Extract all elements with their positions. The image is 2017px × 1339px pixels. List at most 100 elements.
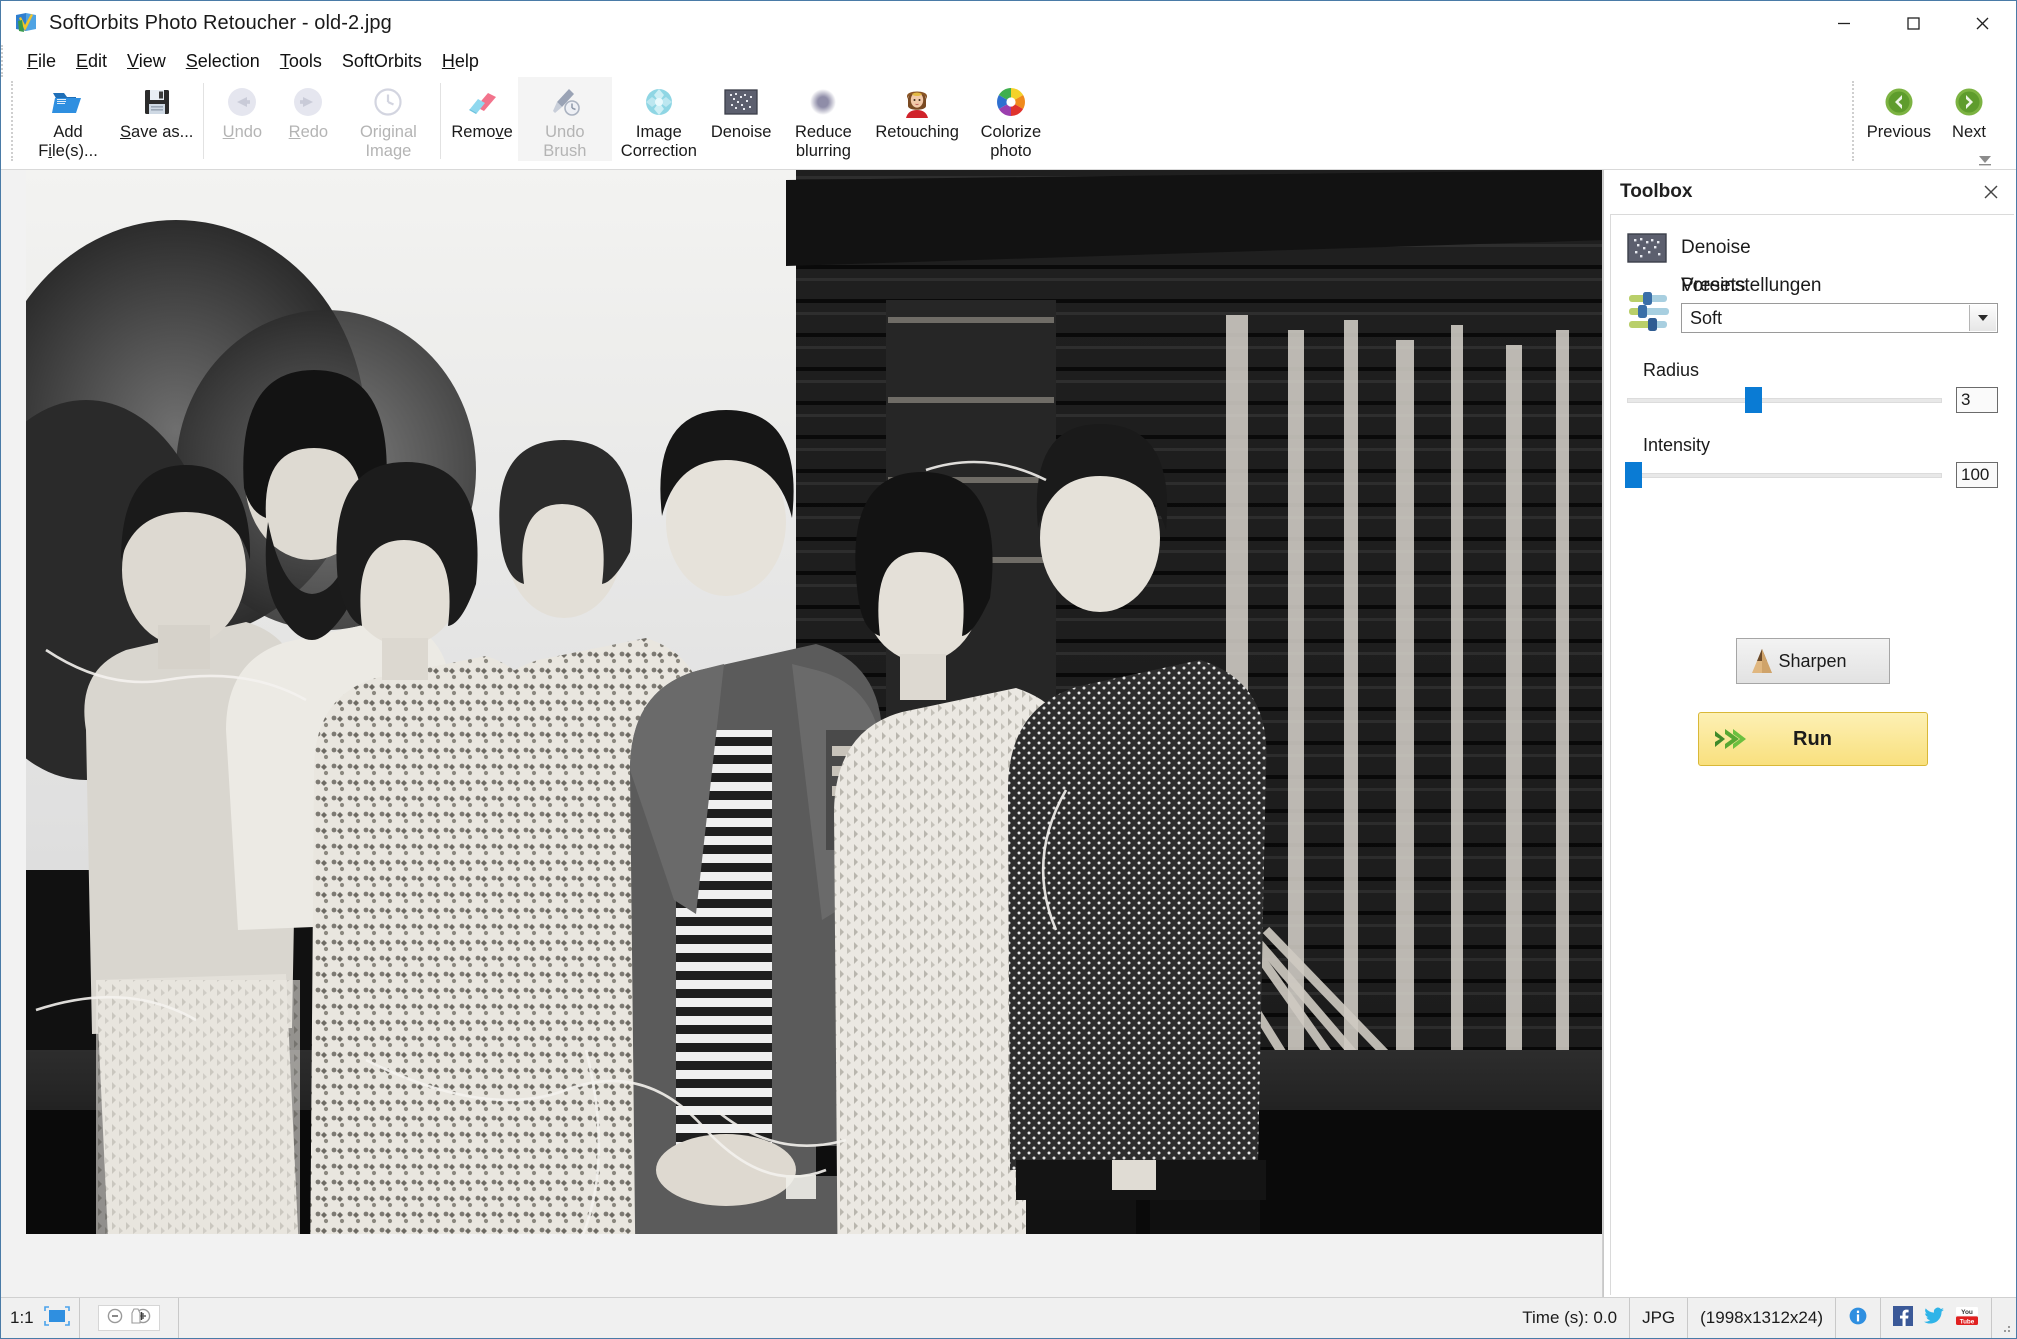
softorbits-logo-icon: [15, 12, 37, 34]
brush-clock-icon: [546, 83, 584, 121]
chevron-down-icon[interactable]: [1969, 305, 1996, 331]
zoom-out-icon[interactable]: [107, 1308, 123, 1329]
image-correction-button[interactable]: Image Correction: [612, 77, 706, 161]
vintage-group-photo: [26, 170, 1602, 1234]
youtube-icon[interactable]: You Tube: [1955, 1306, 1979, 1331]
pencil-tip-icon: [1749, 647, 1775, 680]
redo-button[interactable]: Redo: [275, 77, 341, 142]
ribbon-nav-group: Previous Next: [1848, 77, 2002, 169]
green-left-arrow-icon: [1880, 83, 1918, 121]
info-icon[interactable]: [1848, 1306, 1868, 1331]
reduce-blurring-button[interactable]: Reduce blurring: [776, 77, 870, 161]
ribbon-separator: [440, 83, 442, 159]
denoise-button[interactable]: Denoise: [706, 77, 777, 142]
toolbox-tool-name: Denoise: [1681, 237, 1751, 258]
close-button[interactable]: [1947, 1, 2016, 45]
ribbon-expand-icon[interactable]: [1978, 153, 1992, 166]
svg-text:Tube: Tube: [1960, 1318, 1975, 1325]
close-icon[interactable]: [1978, 179, 2004, 205]
facebook-icon[interactable]: [1893, 1305, 1913, 1331]
color-wheel-icon: [992, 83, 1030, 121]
twitter-icon[interactable]: [1923, 1306, 1945, 1331]
green-right-arrow-icon: [1950, 83, 1988, 121]
denoise-thumbnail-icon: [1627, 233, 1681, 263]
toolbox-content: Denoise Voreinstellungen Presets Soft Ra…: [1610, 214, 2014, 1295]
intensity-slider-thumb[interactable]: [1625, 462, 1643, 488]
preset-select[interactable]: Soft: [1681, 303, 1998, 333]
radius-value-field[interactable]: 3: [1956, 387, 1998, 413]
radius-slider-track: [1627, 397, 1942, 403]
processing-time: Time (s): 0.0: [1510, 1298, 1631, 1338]
next-button[interactable]: Next: [1936, 77, 2002, 142]
menu-file[interactable]: File: [17, 49, 66, 74]
photo-old-2-jpg[interactable]: [26, 170, 1602, 1234]
resize-grip-icon[interactable]: [1992, 1298, 2016, 1338]
menu-tools[interactable]: Tools: [270, 49, 332, 74]
remove-label: Remove: [451, 123, 513, 141]
image-format: JPG: [1630, 1298, 1689, 1338]
zoom-slider-handle-icon[interactable]: [129, 1307, 143, 1330]
previous-label: Previous: [1866, 123, 1931, 141]
original-image-button[interactable]: Original Image: [341, 77, 435, 161]
preset-select-value: Soft: [1690, 307, 1723, 328]
undo-button[interactable]: Undo: [209, 77, 275, 142]
menu-bar: File Edit View Selection Tools SoftOrbit…: [1, 45, 2016, 77]
colorize-photo-label: Colorize photo: [980, 123, 1042, 160]
gem-icon: [640, 83, 678, 121]
radius-slider-thumb[interactable]: [1745, 387, 1762, 413]
image-canvas[interactable]: [1, 170, 1603, 1297]
toolbox-tool-row: Denoise: [1627, 233, 1998, 263]
blur-circle-icon: [804, 83, 842, 121]
retouching-label: Retouching: [875, 123, 959, 141]
main-body: Toolbox Denoise Voreinstellungen Presets…: [1, 170, 2016, 1297]
zoom-slider[interactable]: [97, 1305, 160, 1331]
remove-button[interactable]: Remove: [446, 77, 517, 142]
toolbox-panel: Toolbox Denoise Voreinstellungen Presets…: [1603, 170, 2016, 1297]
radius-slider-block: Radius 3: [1627, 360, 1998, 413]
retouching-button[interactable]: Retouching: [870, 77, 963, 142]
title-bar: SoftOrbits Photo Retoucher - old-2.jpg: [1, 1, 2016, 45]
intensity-slider-row: 100: [1625, 462, 1998, 488]
application-window: SoftOrbits Photo Retoucher - old-2.jpg F…: [0, 0, 2017, 1339]
menu-softorbits[interactable]: SoftOrbits: [332, 49, 432, 74]
sharpen-label: Sharpen: [1778, 650, 1847, 671]
zoom-ratio-label[interactable]: 1:1: [10, 1308, 34, 1328]
run-button[interactable]: Run: [1697, 712, 1928, 766]
original-image-label: Original Image: [359, 123, 417, 160]
menu-view[interactable]: View: [117, 49, 176, 74]
menu-help[interactable]: Help: [432, 49, 489, 74]
ribbon-nav-drag-handle[interactable]: [1851, 81, 1856, 161]
undo-brush-label: Undo Brush: [543, 123, 587, 160]
intensity-value-field[interactable]: 100: [1956, 462, 1998, 488]
fit-to-window-icon[interactable]: [43, 1305, 70, 1331]
radius-label: Radius: [1643, 360, 1700, 380]
menu-edit[interactable]: Edit: [66, 49, 117, 74]
open-folder-icon: [49, 83, 87, 121]
sliders-icon: [1627, 275, 1681, 338]
previous-button[interactable]: Previous: [1862, 77, 1936, 142]
colorize-photo-button[interactable]: Colorize photo: [964, 77, 1058, 161]
radius-slider[interactable]: [1627, 387, 1942, 413]
menu-selection[interactable]: Selection: [176, 49, 270, 74]
green-double-arrow-icon: [1713, 726, 1747, 758]
clock-history-icon: [369, 83, 407, 121]
window-title: SoftOrbits Photo Retoucher - old-2.jpg: [49, 11, 392, 34]
sharpen-button[interactable]: Sharpen: [1735, 638, 1890, 684]
presets-label-overlap: Voreinstellungen Presets: [1681, 275, 1998, 301]
intensity-slider-block: Intensity 100: [1625, 435, 1998, 488]
next-label: Next: [1952, 123, 1986, 141]
ribbon-drag-handle[interactable]: [11, 81, 15, 161]
minimize-button[interactable]: [1809, 1, 1878, 45]
add-files-label: Add File(s)...: [38, 123, 98, 160]
window-controls: [1809, 1, 2016, 45]
maximize-button[interactable]: [1878, 1, 1947, 45]
intensity-slider[interactable]: [1625, 462, 1942, 488]
undo-brush-button[interactable]: Undo Brush: [517, 77, 612, 161]
reduce-blurring-label: Reduce blurring: [794, 123, 852, 160]
save-as-button[interactable]: Save as...: [115, 77, 198, 142]
status-right-group: Time (s): 0.0 JPG (1998x1312x24) You Tub…: [1510, 1298, 2016, 1338]
denoise-label: Denoise: [710, 123, 772, 141]
status-spacer: [179, 1298, 1511, 1338]
add-files-button[interactable]: Add File(s)...: [21, 77, 115, 161]
noise-square-icon: [722, 83, 760, 121]
